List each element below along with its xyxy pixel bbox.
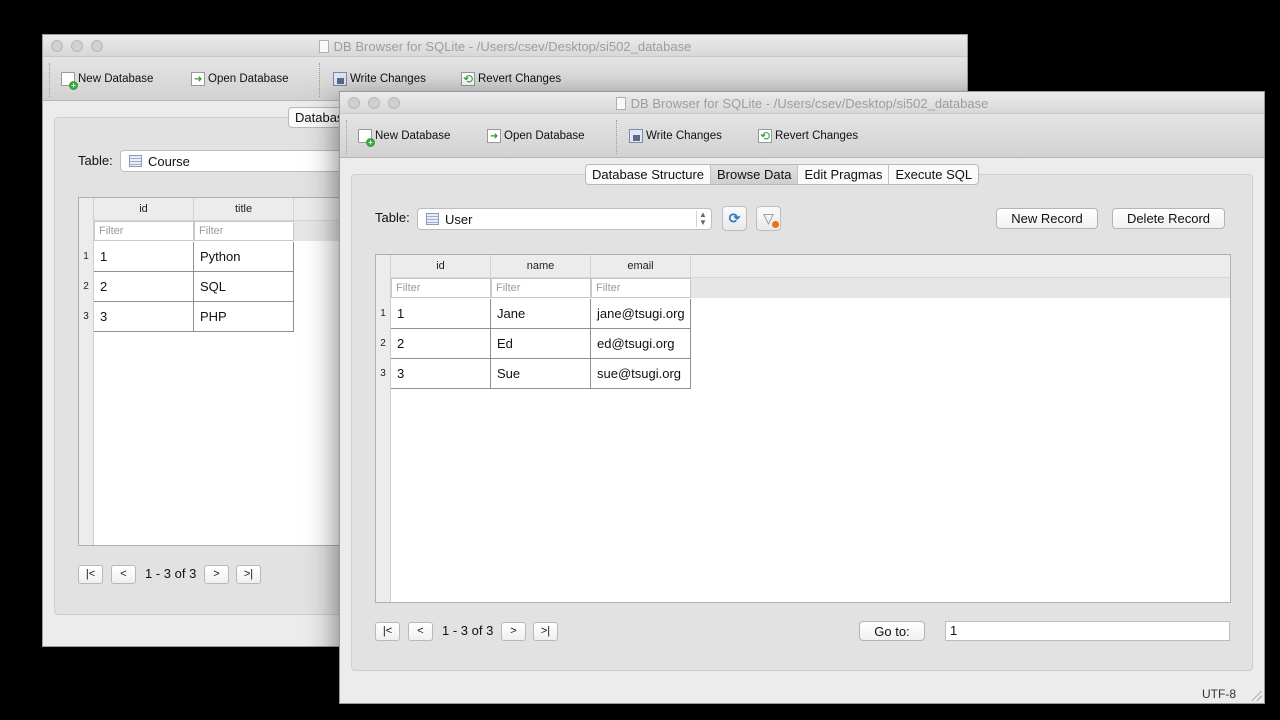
tab-execute-sql[interactable]: Execute SQL (889, 165, 978, 184)
column-header-email[interactable]: email (591, 255, 691, 278)
cell-name[interactable]: Sue (491, 359, 591, 389)
back-prev-page-button[interactable]: < (111, 565, 136, 584)
back-table-select[interactable]: Course (120, 150, 360, 172)
document-icon (318, 40, 329, 53)
write-changes-icon (629, 129, 643, 143)
back-new-database-button[interactable]: New Database (61, 70, 153, 90)
row-number[interactable]: 2 (376, 329, 390, 359)
front-titlebar[interactable]: DB Browser for SQLite - /Users/csev/Desk… (340, 92, 1264, 114)
back-page-info: 1 - 3 of 3 (145, 566, 197, 581)
back-filter-id[interactable]: Filter (94, 221, 194, 241)
column-header-name[interactable]: name (491, 255, 591, 278)
write-changes-button[interactable]: Write Changes (629, 127, 722, 145)
back-titlebar[interactable]: DB Browser for SQLite - /Users/csev/Desk… (43, 35, 967, 57)
back-write-changes-button[interactable]: Write Changes (333, 70, 426, 88)
open-database-button[interactable]: Open Database (487, 127, 585, 145)
toolbar-grip[interactable] (346, 120, 350, 154)
back-window-title: DB Browser for SQLite - /Users/csev/Desk… (43, 39, 967, 54)
back-row-number[interactable]: 2 (79, 272, 93, 302)
first-page-button[interactable]: |< (375, 622, 400, 641)
back-cell-title[interactable]: PHP (194, 302, 294, 332)
front-window[interactable]: DB Browser for SQLite - /Users/csev/Desk… (339, 91, 1265, 704)
revert-changes-icon (758, 129, 772, 143)
filter-email[interactable]: Filter (591, 278, 691, 298)
back-column-header-title[interactable]: title (194, 198, 294, 221)
encoding-status: UTF-8 (1202, 687, 1236, 701)
back-last-page-button[interactable]: >| (236, 565, 261, 584)
refresh-icon: ⟳ (728, 210, 741, 226)
open-database-icon (487, 129, 501, 143)
tab-browse-data[interactable]: Browse Data (711, 165, 799, 184)
new-database-icon (61, 72, 78, 90)
open-database-icon (191, 72, 205, 86)
new-record-button[interactable]: New Record (996, 208, 1098, 229)
revert-changes-icon (461, 72, 475, 86)
window-title: DB Browser for SQLite - /Users/csev/Desk… (340, 96, 1264, 111)
back-data-grid[interactable]: id title Filter Filter 1 1 Python 2 2 SQ… (78, 197, 340, 546)
table-icon (426, 213, 439, 225)
back-first-page-button[interactable]: |< (78, 565, 103, 584)
clear-filters-button[interactable]: ▽ (756, 206, 781, 231)
row-number[interactable]: 1 (376, 299, 390, 329)
tab-database-structure[interactable]: Database Structure (586, 165, 712, 184)
back-cell-title[interactable]: Python (194, 242, 294, 272)
back-cell-id[interactable]: 1 (94, 242, 194, 272)
page-info: 1 - 3 of 3 (442, 623, 494, 638)
back-cell-id[interactable]: 3 (94, 302, 194, 332)
goto-input[interactable]: 1 (945, 621, 1230, 641)
column-header-id[interactable]: id (391, 255, 491, 278)
back-revert-changes-button[interactable]: Revert Changes (461, 70, 561, 88)
filter-id[interactable]: Filter (391, 278, 491, 298)
toolbar-separator (319, 63, 320, 97)
refresh-button[interactable]: ⟳ (722, 206, 747, 231)
row-number[interactable]: 3 (376, 359, 390, 389)
next-page-button[interactable]: > (501, 622, 526, 641)
toolbar-grip[interactable] (49, 63, 53, 97)
table-label: Table: (375, 210, 410, 225)
back-cell-id[interactable]: 2 (94, 272, 194, 302)
cell-email[interactable]: jane@tsugi.org (591, 299, 691, 329)
toolbar-separator (616, 120, 617, 154)
cell-id[interactable]: 1 (391, 299, 491, 329)
cell-name[interactable]: Ed (491, 329, 591, 359)
filter-strip (691, 278, 1230, 298)
document-icon (615, 97, 626, 110)
cell-email[interactable]: sue@tsugi.org (591, 359, 691, 389)
back-row-number[interactable]: 1 (79, 242, 93, 272)
resize-grip-icon[interactable] (1252, 691, 1262, 701)
filter-name[interactable]: Filter (491, 278, 591, 298)
back-next-page-button[interactable]: > (204, 565, 229, 584)
cell-email[interactable]: ed@tsugi.org (591, 329, 691, 359)
toolbar: New Database Open Database Write Changes… (340, 114, 1264, 158)
back-filter-strip (294, 221, 339, 241)
last-page-button[interactable]: >| (533, 622, 558, 641)
write-changes-icon (333, 72, 347, 86)
tab-edit-pragmas[interactable]: Edit Pragmas (798, 165, 890, 184)
prev-page-button[interactable]: < (408, 622, 433, 641)
back-row-number[interactable]: 3 (79, 302, 93, 332)
data-grid[interactable]: id name email Filter Filter Filter 1 1 J… (375, 254, 1231, 603)
tab-bar: Database Structure Browse Data Edit Prag… (585, 164, 980, 185)
back-cell-title[interactable]: SQL (194, 272, 294, 302)
delete-record-button[interactable]: Delete Record (1112, 208, 1225, 229)
new-database-icon (358, 129, 375, 147)
back-filter-title[interactable]: Filter (194, 221, 294, 241)
back-table-label: Table: (78, 153, 113, 168)
cell-id[interactable]: 2 (391, 329, 491, 359)
table-icon (129, 155, 142, 167)
chevron-updown-icon: ▲ ▼ (696, 211, 709, 227)
cell-name[interactable]: Jane (491, 299, 591, 329)
table-select[interactable]: User ▲ ▼ (417, 208, 712, 230)
back-open-database-button[interactable]: Open Database (191, 70, 289, 88)
clear-filters-icon: ▽ (763, 210, 779, 228)
revert-changes-button[interactable]: Revert Changes (758, 127, 858, 145)
new-database-button[interactable]: New Database (358, 127, 450, 147)
goto-button[interactable]: Go to: (859, 621, 925, 641)
back-column-header-id[interactable]: id (94, 198, 194, 221)
cell-id[interactable]: 3 (391, 359, 491, 389)
